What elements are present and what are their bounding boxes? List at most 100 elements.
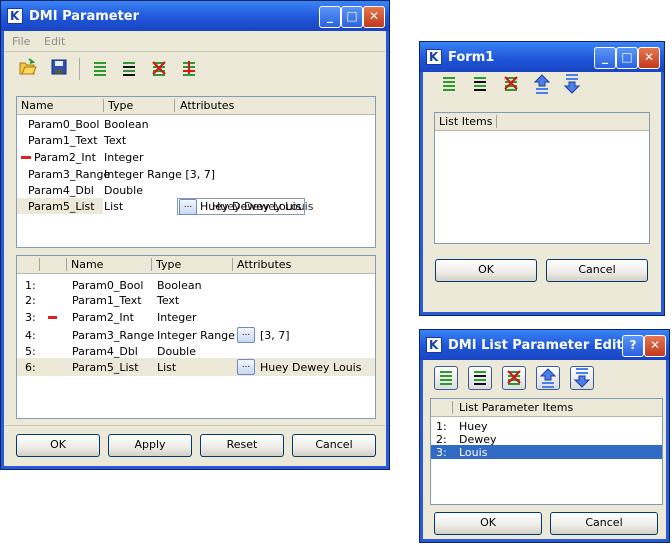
menu-edit[interactable]: Edit [44, 35, 65, 48]
row-type: List [104, 200, 124, 213]
edit-list-button[interactable]: ... [237, 359, 255, 375]
row-index: 4: [25, 329, 36, 342]
open-folder-icon[interactable] [19, 58, 41, 80]
header-type[interactable]: Type [108, 99, 133, 112]
cancel-button[interactable]: Cancel [550, 512, 658, 535]
table-header: Name Type Attributes [17, 97, 375, 115]
reset-button[interactable]: Reset [200, 434, 284, 457]
edit-list-button[interactable]: ... [179, 199, 197, 215]
row-name: Param4_Dbl [28, 184, 94, 197]
add-row-icon[interactable] [89, 58, 111, 80]
app-icon: K [426, 49, 442, 65]
flag-icon [21, 156, 31, 159]
add-row-icon[interactable] [434, 366, 458, 390]
add-row-icon[interactable] [438, 73, 460, 95]
dmi-parameter-window: K DMI Parameter _ □ ✕ File Edit Name Typ… [0, 0, 390, 470]
delete-row-icon[interactable] [502, 366, 526, 390]
help-button[interactable]: ? [622, 335, 644, 357]
list-editor-window: K DMI List Parameter Editor ? ✕ List Par… [419, 329, 670, 543]
row-type: Integer Range [157, 329, 235, 342]
row-name: Param3_Range [72, 329, 155, 342]
dmi-title-bar[interactable]: K DMI Parameter _ □ ✕ [1, 1, 389, 31]
window-title: DMI Parameter [29, 8, 140, 24]
app-icon: K [7, 8, 23, 24]
item-index: 1: [436, 420, 447, 433]
header-type[interactable]: Type [156, 258, 181, 271]
ok-button[interactable]: OK [435, 259, 537, 282]
move-down-icon[interactable] [570, 366, 594, 390]
flag-icon [48, 316, 57, 319]
parameter-table-top[interactable]: Name Type Attributes Param0_Bool Boolean… [16, 96, 376, 248]
window-title: DMI List Parameter Editor [448, 337, 638, 353]
row-index: 5: [25, 345, 36, 358]
apply-button[interactable]: Apply [108, 434, 192, 457]
header-list-parameter-items[interactable]: List Parameter Items [459, 401, 573, 414]
header-attributes[interactable]: Attributes [180, 99, 234, 112]
row-index: 1: [25, 279, 36, 292]
close-button[interactable]: ✕ [363, 6, 385, 28]
row-type: Boolean [104, 118, 149, 131]
row-type: Integer Range [3, 7] [104, 168, 215, 181]
delete-row-icon[interactable] [500, 73, 522, 95]
close-button[interactable]: ✕ [644, 335, 666, 357]
app-icon: K [426, 337, 442, 353]
table-header: List Parameter Items [431, 399, 662, 417]
close-button[interactable]: ✕ [638, 47, 660, 69]
toolbar-separator [79, 58, 80, 80]
header-list-items[interactable]: List Items [439, 115, 493, 128]
header-attributes[interactable]: Attributes [237, 258, 291, 271]
header-name[interactable]: Name [21, 99, 53, 112]
row-type: Text [157, 294, 180, 307]
ok-button[interactable]: OK [434, 512, 542, 535]
move-up-icon[interactable] [531, 73, 553, 95]
move-up-icon[interactable] [536, 366, 560, 390]
table-header: Name Type Attributes [17, 256, 375, 274]
list-parameter-items-table[interactable]: List Parameter Items 1: Huey 2: Dewey 3:… [430, 398, 663, 505]
parameter-table-bottom[interactable]: Name Type Attributes 1: Param0_Bool Bool… [16, 255, 376, 419]
row-name: Param2_Int [72, 311, 134, 324]
table-header: List Items [435, 113, 649, 131]
row-attribute: Huey Dewey Louis [260, 361, 362, 374]
window-title: Form1 [448, 49, 495, 65]
row-name: Param1_Text [72, 294, 142, 307]
row-type: Double [104, 184, 143, 197]
row-type: Integer [157, 311, 197, 324]
table-row-highlighted[interactable]: 6: Param5_List List ... Huey Dewey Louis [17, 358, 375, 376]
cancel-button[interactable]: Cancel [546, 259, 648, 282]
ok-button[interactable]: OK [16, 434, 100, 457]
header-name[interactable]: Name [71, 258, 103, 271]
attribute-editor[interactable]: ... Huey Dewey Louis Huey Dewey Louis [177, 198, 313, 215]
table-row-selected[interactable]: Param5_List [17, 198, 103, 214]
maximize-button[interactable]: □ [341, 6, 363, 28]
row-name: Param5_List [72, 361, 139, 374]
list-editor-title-bar[interactable]: K DMI List Parameter Editor ? ✕ [420, 330, 669, 360]
list-items-table[interactable]: List Items [434, 112, 650, 244]
row-index: 6: [25, 361, 36, 374]
row-name: Param0_Bool [28, 118, 100, 131]
delete-row-icon[interactable] [148, 58, 170, 80]
menu-file[interactable]: File [12, 35, 30, 48]
row-index: 3: [25, 311, 36, 324]
insert-row-icon[interactable] [118, 58, 140, 80]
item-index: 3: [436, 446, 447, 459]
move-row-icon[interactable] [178, 58, 200, 80]
minimize-button[interactable]: _ [319, 6, 341, 28]
item-value: Huey [459, 420, 488, 433]
toolbar-divider [5, 51, 385, 52]
row-name: Param4_Dbl [72, 345, 138, 358]
cancel-button[interactable]: Cancel [292, 434, 376, 457]
minimize-button[interactable]: _ [594, 47, 616, 69]
edit-range-button[interactable]: ... [237, 327, 255, 343]
list-item-selected[interactable]: 3: Louis [431, 445, 662, 459]
button-divider [5, 425, 385, 426]
move-down-icon[interactable] [561, 73, 583, 95]
insert-row-icon[interactable] [469, 73, 491, 95]
row-type: List [157, 361, 177, 374]
insert-row-icon[interactable] [468, 366, 492, 390]
row-type: Text [104, 134, 127, 147]
maximize-button[interactable]: □ [616, 47, 638, 69]
row-name: Param0_Bool [72, 279, 144, 292]
form1-title-bar[interactable]: K Form1 _ □ ✕ [420, 42, 664, 72]
save-icon[interactable] [50, 58, 72, 80]
row-name: Param3_Range [28, 168, 111, 181]
